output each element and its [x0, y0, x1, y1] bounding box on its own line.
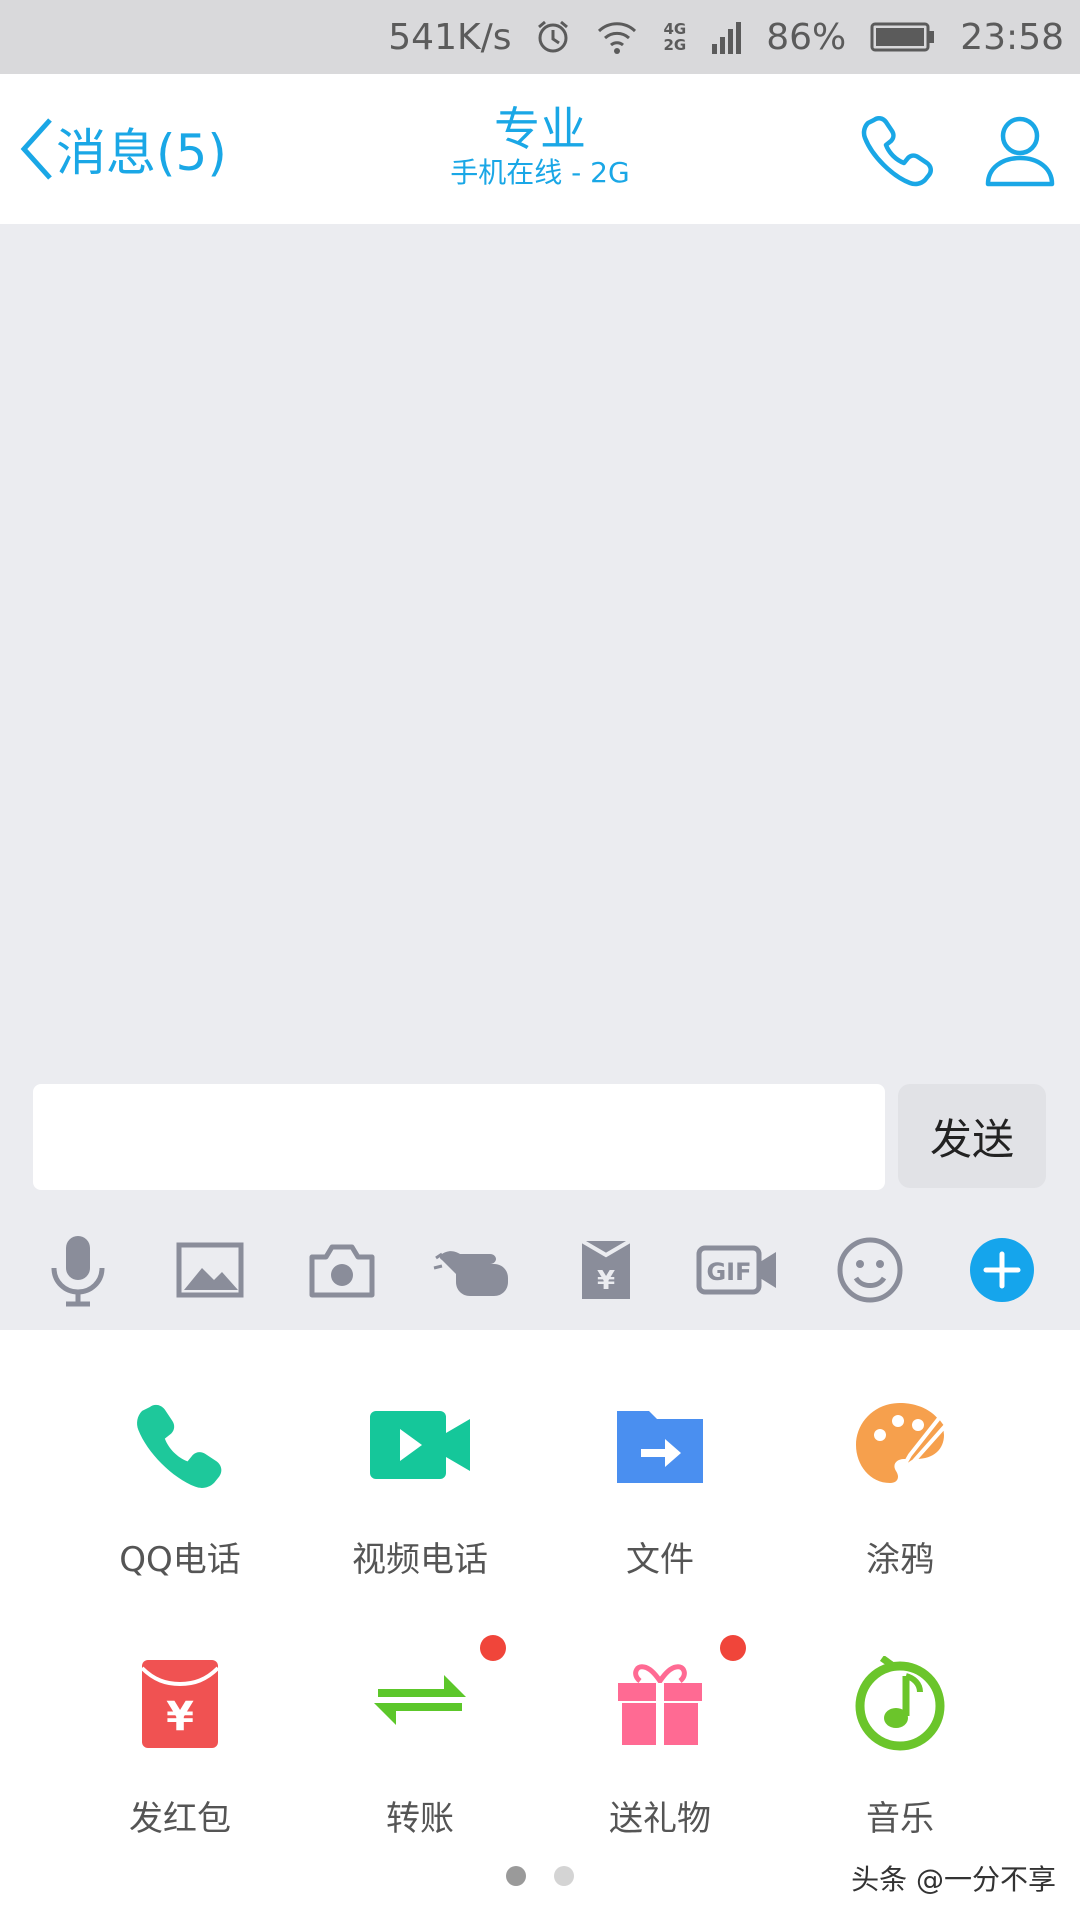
gif-button[interactable]: GIF — [693, 1225, 783, 1315]
svg-text:¥: ¥ — [597, 1266, 615, 1296]
emoji-button[interactable] — [825, 1225, 915, 1315]
page-dot-1[interactable] — [506, 1866, 526, 1886]
feature-label: 发红包 — [129, 1799, 231, 1839]
voice-button[interactable] — [33, 1225, 123, 1315]
composer: 发送 — [0, 1084, 1080, 1196]
emoji-icon — [837, 1237, 903, 1303]
feature-file[interactable]: 文件 — [540, 1390, 780, 1581]
image-button[interactable] — [165, 1225, 255, 1315]
red-packet-icon: ¥ — [140, 1660, 220, 1748]
send-button[interactable]: 发送 — [898, 1084, 1046, 1188]
gift-icon — [618, 1664, 702, 1745]
chat-header: 消息(5) 专业 手机在线 - 2G — [0, 74, 1080, 224]
dual-signal-icon: 4G 2G — [663, 20, 687, 54]
feature-label: 转账 — [386, 1799, 454, 1839]
feature-label: 音乐 — [866, 1799, 934, 1839]
phone-icon — [137, 1404, 222, 1488]
poke-icon — [433, 1251, 508, 1296]
feature-qq-call[interactable]: QQ电话 — [60, 1390, 300, 1581]
person-icon — [985, 116, 1055, 187]
feature-music[interactable]: 音乐 — [780, 1649, 1020, 1840]
camera-icon — [309, 1244, 375, 1298]
microphone-icon — [51, 1236, 105, 1307]
svg-text:GIF: GIF — [706, 1258, 751, 1286]
input-toolbar: ¥ GIF — [0, 1210, 1080, 1330]
message-input[interactable] — [33, 1084, 885, 1190]
feature-gift[interactable]: 送礼物 — [540, 1635, 780, 1840]
feature-transfer[interactable]: 转账 — [300, 1635, 540, 1840]
wifi-icon — [595, 19, 639, 55]
feature-label: QQ电话 — [119, 1540, 241, 1580]
feature-doodle[interactable]: 涂鸦 — [780, 1390, 1020, 1581]
alarm-icon — [535, 19, 571, 55]
new-badge — [480, 1635, 506, 1661]
call-button[interactable] — [860, 112, 936, 192]
feature-label: 涂鸦 — [866, 1540, 934, 1580]
palette-icon — [856, 1403, 948, 1483]
camera-button[interactable] — [297, 1225, 387, 1315]
image-icon — [176, 1242, 244, 1298]
more-panel: QQ电话 视频电话 文件 涂鸦 ¥ 发红包 转账 送礼物 音乐 — [0, 1330, 1080, 1920]
plus-icon — [970, 1238, 1034, 1302]
watermark: 头条 @一分不享 — [851, 1863, 1056, 1896]
clock: 23:58 — [960, 16, 1064, 58]
battery-percent: 86% — [766, 16, 847, 58]
battery-icon — [870, 21, 936, 53]
status-items: 541K/s 4G 2G 86% 23:58 — [388, 0, 1064, 74]
feature-label: 文件 — [626, 1540, 694, 1580]
red-envelope-icon: ¥ — [580, 1239, 632, 1299]
network-speed: 541K/s — [388, 16, 512, 58]
page-dot-2[interactable] — [554, 1866, 574, 1886]
video-call-icon — [370, 1411, 470, 1479]
file-icon — [617, 1411, 703, 1483]
profile-button[interactable] — [984, 112, 1056, 192]
red-envelope-button[interactable]: ¥ — [561, 1225, 651, 1315]
music-icon — [855, 1656, 945, 1751]
signal-icon — [710, 20, 742, 54]
new-badge — [720, 1635, 746, 1661]
feature-grid: QQ电话 视频电话 文件 涂鸦 ¥ 发红包 转账 送礼物 音乐 — [0, 1390, 1080, 1840]
feature-label: 视频电话 — [352, 1540, 488, 1580]
chat-message-area[interactable] — [0, 224, 1080, 1084]
status-bar: 541K/s 4G 2G 86% 23:58 — [0, 0, 1080, 74]
feature-red-packet[interactable]: ¥ 发红包 — [60, 1649, 300, 1840]
feature-video-call[interactable]: 视频电话 — [300, 1390, 540, 1581]
svg-text:¥: ¥ — [166, 1694, 194, 1740]
feature-label: 送礼物 — [609, 1799, 711, 1839]
transfer-icon — [374, 1675, 466, 1725]
phone-icon — [861, 116, 933, 187]
gif-icon: GIF — [696, 1245, 776, 1295]
more-button[interactable] — [957, 1225, 1047, 1315]
poke-button[interactable] — [429, 1225, 519, 1315]
